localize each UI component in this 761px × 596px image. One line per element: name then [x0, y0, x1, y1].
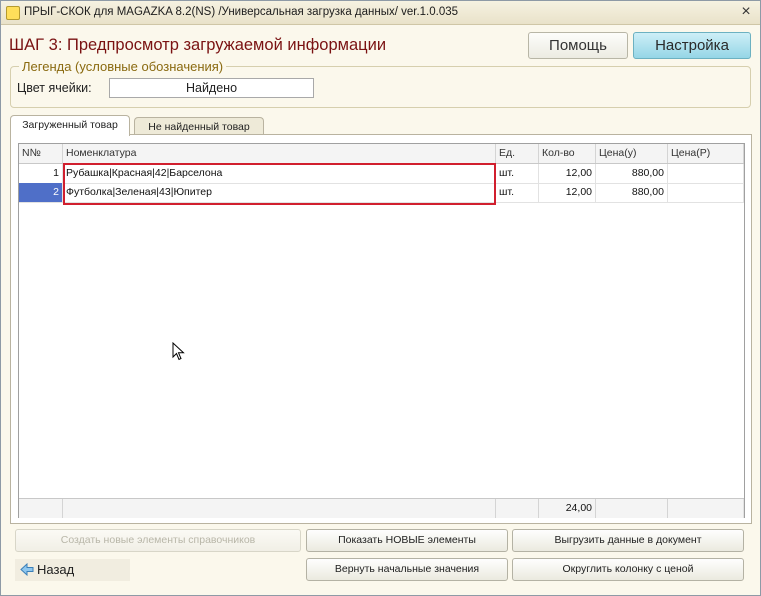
price-y-cell[interactable]: 880,00: [596, 164, 668, 183]
nomenclature-cell[interactable]: Рубашка|Красная|42|Барселона: [63, 164, 496, 183]
footer-cell: [668, 499, 744, 518]
tab-loaded-goods[interactable]: Загруженный товар: [10, 115, 130, 136]
goods-table[interactable]: N№ Номенклатура Ед. Кол-во Цена(у) Цена(…: [18, 143, 745, 518]
legend-group: Легенда (условные обозначения) Цвет ячей…: [10, 59, 751, 108]
mouse-cursor-icon: [172, 342, 185, 361]
footer-cell: [19, 499, 63, 518]
table-header: N№ Номенклатура Ед. Кол-во Цена(у) Цена(…: [19, 144, 744, 164]
close-button[interactable]: ×: [738, 3, 754, 21]
app-icon: [6, 6, 20, 20]
window-title: ПРЫГ-СКОК для MAGAZKA 8.2(NS) /Универсал…: [24, 6, 459, 18]
row-number: 1: [19, 164, 63, 183]
column-header-price-r[interactable]: Цена(Р): [668, 144, 744, 163]
cell-color-sample: Найдено: [109, 78, 314, 98]
back-button-label: Назад: [37, 562, 75, 577]
footer-cell: [596, 499, 668, 518]
export-to-document-button[interactable]: Выгрузить данные в документ: [512, 529, 744, 552]
footer-cell: [496, 499, 539, 518]
price-y-cell[interactable]: 880,00: [596, 183, 668, 202]
table-row[interactable]: 2 Футболка|Зеленая|43|Юпитер шт. 12,00 8…: [19, 183, 744, 203]
nomenclature-cell[interactable]: Футболка|Зеленая|43|Юпитер: [63, 183, 496, 202]
show-new-elements-button[interactable]: Показать НОВЫЕ элементы: [306, 529, 508, 552]
reset-values-button[interactable]: Вернуть начальные значения: [306, 558, 508, 581]
qty-cell[interactable]: 12,00: [539, 183, 596, 202]
legend-title: Легенда (условные обозначения): [19, 59, 227, 74]
column-header-price-y[interactable]: Цена(у): [596, 144, 668, 163]
price-r-cell[interactable]: [668, 164, 744, 183]
column-header-qty[interactable]: Кол-во: [539, 144, 596, 163]
table-row[interactable]: 1 Рубашка|Красная|42|Барселона шт. 12,00…: [19, 164, 744, 184]
tab-panel: N№ Номенклатура Ед. Кол-во Цена(у) Цена(…: [10, 134, 752, 524]
title-bar: ПРЫГ-СКОК для MAGAZKA 8.2(NS) /Универсал…: [1, 1, 760, 25]
unit-cell[interactable]: шт.: [496, 183, 539, 202]
round-price-column-button[interactable]: Округлить колонку с ценой: [512, 558, 744, 581]
qty-cell[interactable]: 12,00: [539, 164, 596, 183]
row-number: 2: [19, 183, 63, 202]
create-new-elements-button[interactable]: Создать новые элементы справочников: [15, 529, 301, 552]
column-header-unit[interactable]: Ед.: [496, 144, 539, 163]
footer-cell: [63, 499, 496, 518]
back-button[interactable]: Назад: [15, 559, 130, 581]
price-r-cell[interactable]: [668, 183, 744, 202]
page-title: ШАГ 3: Предпросмотр загружаемой информац…: [9, 36, 387, 54]
back-arrow-icon: [20, 563, 34, 576]
table-footer: 24,00: [19, 498, 744, 518]
total-qty: 24,00: [539, 499, 596, 518]
cell-color-label: Цвет ячейки:: [17, 81, 92, 95]
column-header-name[interactable]: Номенклатура: [63, 144, 496, 163]
main-window: ПРЫГ-СКОК для MAGAZKA 8.2(NS) /Универсал…: [0, 0, 761, 596]
column-header-num[interactable]: N№: [19, 144, 63, 163]
help-button[interactable]: Помощь: [528, 32, 628, 59]
unit-cell[interactable]: шт.: [496, 164, 539, 183]
settings-button[interactable]: Настройка: [633, 32, 751, 59]
